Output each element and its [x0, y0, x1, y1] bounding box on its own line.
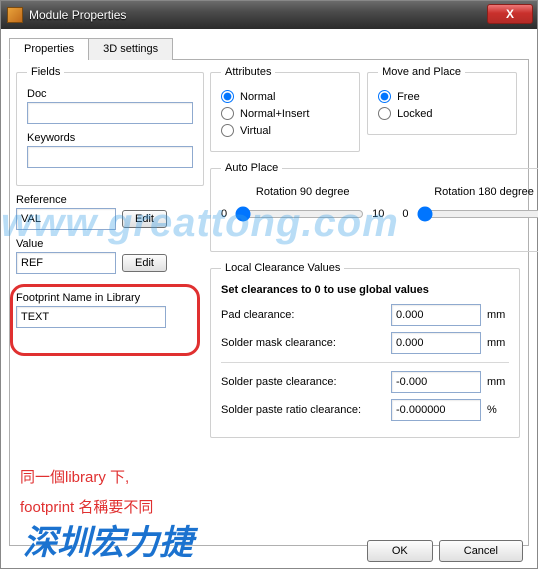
- value-input[interactable]: [16, 252, 116, 274]
- cancel-button[interactable]: Cancel: [439, 540, 523, 562]
- value-edit-button[interactable]: Edit: [122, 254, 167, 272]
- keywords-label: Keywords: [27, 132, 193, 144]
- clearance-separator: [221, 362, 509, 363]
- tab-content: Fields Doc Keywords Reference Edit Value…: [9, 60, 529, 546]
- ok-button[interactable]: OK: [367, 540, 433, 562]
- pad-clearance-input[interactable]: [391, 304, 481, 326]
- reference-input[interactable]: [16, 208, 116, 230]
- autoplace-group: Auto Place Rotation 90 degree 0 10 Rotat…: [210, 162, 538, 252]
- attr-normal-label: Normal: [240, 91, 275, 103]
- move-group: Move and Place Free Locked: [367, 66, 517, 135]
- reference-group: Reference Edit: [16, 194, 204, 230]
- rot90-label: Rotation 90 degree: [221, 186, 384, 198]
- clearance-legend: Local Clearance Values: [221, 262, 344, 274]
- attr-normal-insert-label: Normal+Insert: [240, 108, 309, 120]
- close-icon: X: [506, 7, 514, 21]
- tab-3d-settings[interactable]: 3D settings: [88, 38, 173, 60]
- attributes-group: Attributes Normal Normal+Insert Virtual: [210, 66, 360, 152]
- move-locked-radio[interactable]: [378, 107, 391, 120]
- rot90-slider[interactable]: [235, 206, 364, 222]
- rot180-label: Rotation 180 degree: [402, 186, 538, 198]
- pad-clearance-label: Pad clearance:: [221, 309, 385, 321]
- titlebar: Module Properties X: [1, 1, 537, 29]
- attr-normal-radio[interactable]: [221, 90, 234, 103]
- value-label: Value: [16, 238, 204, 250]
- pad-clearance-unit: mm: [487, 309, 509, 321]
- close-button[interactable]: X: [487, 4, 533, 24]
- value-group: Value Edit: [16, 238, 204, 274]
- move-locked-label: Locked: [397, 108, 432, 120]
- footprint-group: Footprint Name in Library: [16, 292, 204, 328]
- ratio-clearance-label: Solder paste ratio clearance:: [221, 404, 385, 416]
- paste-clearance-label: Solder paste clearance:: [221, 376, 385, 388]
- attr-virtual-radio[interactable]: [221, 124, 234, 137]
- reference-edit-button[interactable]: Edit: [122, 210, 167, 228]
- window-title: Module Properties: [29, 8, 126, 22]
- fields-legend: Fields: [27, 66, 64, 78]
- tab-properties[interactable]: Properties: [9, 38, 89, 60]
- doc-label: Doc: [27, 88, 193, 100]
- paste-clearance-unit: mm: [487, 376, 509, 388]
- ratio-clearance-input[interactable]: [391, 399, 481, 421]
- footprint-label: Footprint Name in Library: [16, 292, 204, 304]
- rot180-slider[interactable]: [417, 206, 538, 222]
- move-legend: Move and Place: [378, 66, 465, 78]
- rot180-min: 0: [402, 208, 408, 220]
- footprint-input[interactable]: [16, 306, 166, 328]
- paste-clearance-input[interactable]: [391, 371, 481, 393]
- attributes-legend: Attributes: [221, 66, 275, 78]
- keywords-input[interactable]: [27, 146, 193, 168]
- doc-input[interactable]: [27, 102, 193, 124]
- mask-clearance-label: Solder mask clearance:: [221, 337, 385, 349]
- autoplace-legend: Auto Place: [221, 162, 282, 174]
- rot90-min: 0: [221, 208, 227, 220]
- ratio-clearance-unit: %: [487, 404, 509, 416]
- clearance-group: Local Clearance Values Set clearances to…: [210, 262, 520, 438]
- mask-clearance-unit: mm: [487, 337, 509, 349]
- fields-group: Fields Doc Keywords: [16, 66, 204, 186]
- move-free-radio[interactable]: [378, 90, 391, 103]
- footer-buttons: OK Cancel: [367, 540, 523, 562]
- clearance-header: Set clearances to 0 to use global values: [221, 284, 509, 296]
- tab-strip: Properties 3D settings: [9, 37, 529, 60]
- attr-normal-insert-radio[interactable]: [221, 107, 234, 120]
- annotation-line1: 同一個library 下,: [20, 466, 129, 487]
- rot90-max: 10: [372, 208, 384, 220]
- reference-label: Reference: [16, 194, 204, 206]
- mask-clearance-input[interactable]: [391, 332, 481, 354]
- attr-virtual-label: Virtual: [240, 125, 271, 137]
- annotation-line2: footprint 名稱要不同: [20, 496, 153, 517]
- app-icon: [7, 7, 23, 23]
- move-free-label: Free: [397, 91, 420, 103]
- left-column: Fields Doc Keywords Reference Edit Value…: [16, 66, 204, 328]
- right-column: Attributes Normal Normal+Insert Virtual …: [210, 66, 520, 438]
